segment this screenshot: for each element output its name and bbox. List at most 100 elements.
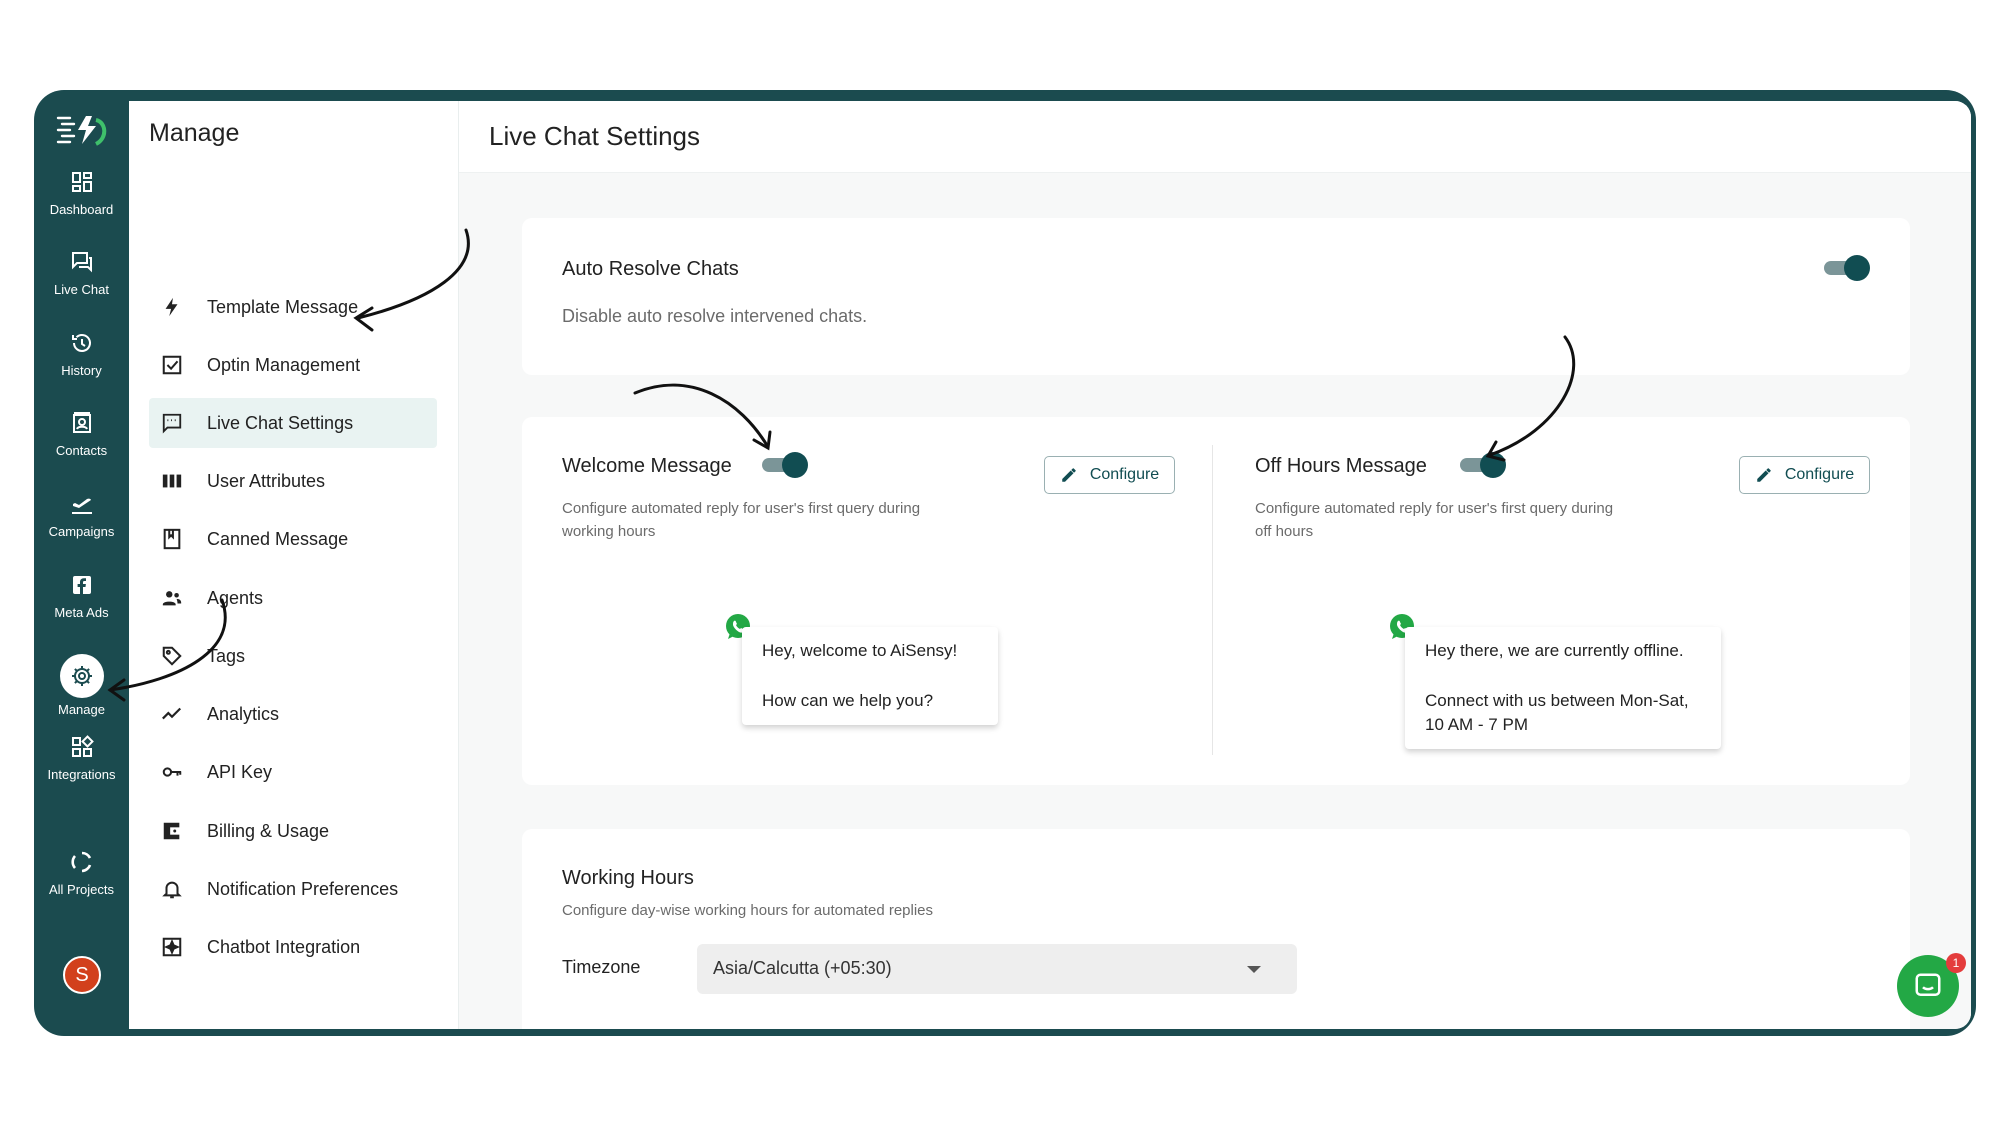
menu-item-api-key[interactable]: API Key	[149, 747, 437, 797]
menu-item-label: Template Message	[207, 296, 359, 317]
rail-item-meta-ads[interactable]: Meta Ads	[34, 573, 129, 645]
app-window: Manage Template Message Optin Management…	[129, 101, 1971, 1029]
menu-item-label: API Key	[207, 761, 273, 782]
menu-item-label: User Attributes	[207, 470, 326, 491]
rail-label: Campaigns	[48, 524, 115, 539]
welcome-configure-button[interactable]: Configure	[1044, 456, 1175, 494]
menu-item-optin-management[interactable]: Optin Management	[149, 340, 437, 390]
rail-label: Meta Ads	[54, 605, 109, 620]
working-hours-card: Working Hours Configure day-wise working…	[522, 829, 1910, 1029]
menu-item-label: Analytics	[207, 703, 280, 724]
pencil-icon	[1757, 468, 1771, 482]
configure-label: Configure	[1784, 466, 1855, 483]
preview-line: Hey there, we are currently offline.	[1425, 641, 1684, 660]
page-title: Live Chat Settings	[489, 121, 701, 151]
timezone-select[interactable]: Asia/Calcutta (+05:30)	[697, 944, 1297, 994]
rail-item-contacts[interactable]: Contacts	[34, 411, 129, 483]
menu-item-agents[interactable]: Agents	[149, 573, 437, 623]
off-hours-configure-button[interactable]: Configure	[1739, 456, 1870, 494]
wallet-icon	[163, 822, 182, 840]
rail-label: Contacts	[55, 443, 108, 458]
menu-item-live-chat-settings[interactable]: Live Chat Settings	[149, 398, 437, 448]
rail-item-history[interactable]: History	[34, 331, 129, 403]
menu-item-canned-message[interactable]: Canned Message	[149, 514, 437, 564]
menu-item-label: Agents	[207, 587, 264, 608]
columns-icon	[162, 474, 182, 488]
message-icon	[162, 413, 182, 434]
key-icon	[162, 767, 182, 777]
bookmark-icon	[163, 528, 181, 550]
toggle-knob	[1480, 452, 1506, 478]
welcome-message-title: Welcome Message	[562, 455, 732, 477]
lightning-icon	[165, 297, 178, 317]
dashboard-icon	[71, 172, 92, 192]
menu-item-label: Tags	[207, 645, 246, 666]
working-hours-title: Working Hours	[562, 867, 694, 889]
timezone-value: Asia/Calcutta (+05:30)	[713, 958, 892, 978]
toggle-knob	[1844, 255, 1870, 281]
menu-item-analytics[interactable]: Analytics	[149, 689, 437, 739]
rail-item-campaigns[interactable]: Campaigns	[34, 492, 129, 564]
preview-line: Hey, welcome to AiSensy!	[762, 641, 958, 660]
rail-label: Dashboard	[49, 202, 114, 217]
off-hours-message-description: Configure automated reply for user's fir…	[1255, 500, 1614, 540]
welcome-preview-bubble: Hey, welcome to AiSensy! How can we help…	[742, 627, 998, 725]
campaigns-icon	[71, 498, 92, 514]
off-hours-message-toggle[interactable]	[1460, 451, 1506, 479]
preview-line: How can we help you?	[762, 691, 934, 710]
menu-item-user-attributes[interactable]: User Attributes	[149, 456, 437, 506]
auto-resolve-card: Auto Resolve Chats Disable auto resolve …	[522, 218, 1910, 375]
rail-label: Integrations	[47, 767, 116, 782]
page-header: Live Chat Settings	[459, 101, 1971, 173]
integrations-icon	[71, 735, 94, 757]
menu-item-template-message[interactable]: Template Message	[149, 282, 437, 332]
toggle-knob	[782, 452, 808, 478]
preview-gap	[1425, 663, 1701, 689]
menu-item-billing-usage[interactable]: Billing & Usage	[149, 806, 437, 856]
auto-resolve-title: Auto Resolve Chats	[562, 258, 739, 280]
chat-bubble-icon	[1915, 973, 1941, 996]
configure-label: Configure	[1089, 466, 1160, 483]
rail-item-all-projects[interactable]: All Projects	[34, 850, 129, 922]
checkbox-icon	[162, 355, 182, 375]
menu-item-notification-preferences[interactable]: Notification Preferences	[149, 864, 437, 914]
preview-gap	[762, 663, 978, 689]
agents-icon	[162, 591, 182, 606]
menu-item-label: Optin Management	[207, 354, 361, 375]
menu-item-label: Canned Message	[207, 528, 349, 549]
chevron-down-icon	[1247, 966, 1261, 973]
rail-item-live-chat[interactable]: Live Chat	[34, 250, 129, 322]
pencil-icon	[1062, 468, 1076, 482]
menu-item-label: Billing & Usage	[207, 820, 330, 841]
manage-title: Manage	[149, 119, 240, 147]
off-hours-preview-bubble: Hey there, we are currently offline. Con…	[1405, 627, 1721, 749]
menu-item-chatbot-integration[interactable]: Chatbot Integration	[149, 922, 437, 972]
manage-active-indicator	[59, 654, 104, 698]
notification-badge: 1	[1946, 953, 1966, 973]
rail-item-manage[interactable]: Manage	[34, 654, 129, 734]
timezone-label: Timezone	[562, 957, 641, 977]
preview-line: Connect with us between Mon-Sat, 10 AM -…	[1425, 691, 1689, 734]
chat-icon	[71, 252, 92, 273]
history-icon	[71, 334, 91, 352]
auto-resolve-toggle[interactable]	[1824, 254, 1870, 282]
menu-item-tags[interactable]: Tags	[149, 631, 437, 681]
manage-panel: Manage Template Message Optin Management…	[129, 101, 459, 1029]
rail-item-integrations[interactable]: Integrations	[34, 735, 129, 807]
auto-messages-card: Welcome Message Configure automated repl…	[522, 417, 1910, 785]
trend-icon	[162, 707, 182, 720]
avatar[interactable]: S	[63, 956, 101, 994]
menu-item-label: Notification Preferences	[207, 878, 399, 899]
rail-item-dashboard[interactable]: Dashboard	[34, 170, 129, 242]
chatbot-icon	[162, 937, 182, 957]
contacts-icon	[72, 412, 91, 433]
tag-icon	[162, 646, 182, 666]
projects-icon	[70, 851, 91, 873]
welcome-message-description: Configure automated reply for user's fir…	[562, 500, 921, 540]
nav-rail: Dashboard Live Chat History Contacts Cam…	[34, 90, 129, 1036]
gear-icon	[71, 666, 92, 686]
welcome-message-toggle[interactable]	[762, 451, 808, 479]
rail-label: Live Chat	[54, 282, 109, 297]
menu-item-label: Live Chat Settings	[207, 412, 354, 433]
menu-item-label: Chatbot Integration	[207, 936, 361, 957]
